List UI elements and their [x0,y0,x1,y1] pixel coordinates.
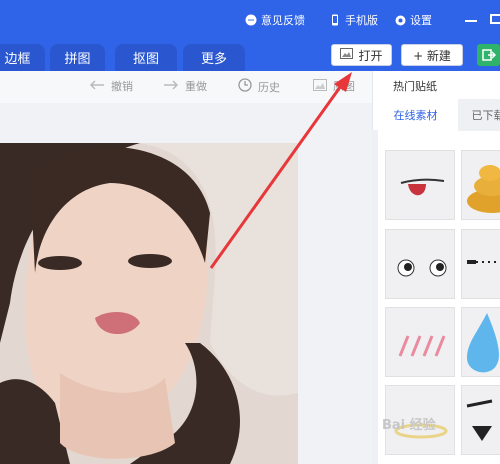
tab-more[interactable]: 更多 [183,44,245,71]
title-bar: 意见反馈 手机版 设置 [0,0,500,41]
blush-lines-icon [398,335,446,357]
maximize-icon[interactable] [490,14,500,24]
feedback-link[interactable]: 意见反馈 [245,11,305,29]
tab-border[interactable]: 边框 [0,44,45,71]
redo-label: 重做 [185,80,207,93]
gear-icon [394,14,406,26]
sticker-eyes[interactable] [385,229,455,299]
image-icon [340,48,354,62]
sticker-mustache[interactable] [461,385,500,455]
original-label: 原图 [333,80,355,93]
tab-online-stickers[interactable]: 在线素材 [373,99,458,131]
poop-icon [467,165,500,213]
undo-label: 撤销 [111,80,133,93]
history-button[interactable]: 历史 [238,78,280,95]
tab-collage[interactable]: 拼图 [50,44,105,71]
settings-label: 设置 [410,14,432,27]
water-drop-icon [467,313,499,373]
image-icon [313,78,327,94]
edited-photo[interactable] [0,143,298,464]
open-button[interactable]: 打开 [331,44,392,66]
sticker-tongue[interactable] [385,150,455,220]
phone-icon [329,14,341,26]
tongue-icon [400,178,445,196]
sticker-panel: 热门贴纸 在线素材 已下载 [372,71,500,464]
arrow-right-icon [163,79,179,93]
settings-link[interactable]: 设置 [394,11,432,29]
tab-cutout[interactable]: 抠图 [115,44,177,71]
sticker-poop[interactable] [461,150,500,220]
original-button[interactable]: 原图 [313,78,355,94]
history-label: 历史 [258,80,280,94]
watermark: Bai 经验 [382,418,436,433]
tab-downloaded-stickers[interactable]: 已下载 [458,99,500,131]
mobile-label: 手机版 [345,14,378,27]
cartoon-eyes-icon [397,259,447,277]
mobile-version-link[interactable]: 手机版 [329,11,378,29]
mustache-icon [466,399,493,441]
edit-toolbar: 撤销 重做 历史 原图 [0,71,372,103]
arrow-left-icon [89,79,105,93]
chat-bubble-icon [245,14,257,26]
dotted-line-icon [467,260,500,264]
open-label: 打开 [358,48,383,63]
minimize-icon[interactable] [465,20,477,22]
feedback-label: 意见反馈 [261,14,305,27]
clock-icon [238,78,252,95]
exit-icon [482,49,497,61]
sticker-blush[interactable] [385,307,455,377]
undo-button[interactable]: 撤销 [89,78,133,94]
new-button[interactable]: + 新建 [401,44,463,66]
panel-title: 热门贴纸 [393,80,437,93]
sticker-drop[interactable] [461,307,500,377]
panel-scrollbar[interactable] [372,130,378,464]
exit-button[interactable] [477,44,500,66]
redo-button[interactable]: 重做 [163,78,207,94]
sticker-dotted-arrow[interactable] [461,229,500,299]
